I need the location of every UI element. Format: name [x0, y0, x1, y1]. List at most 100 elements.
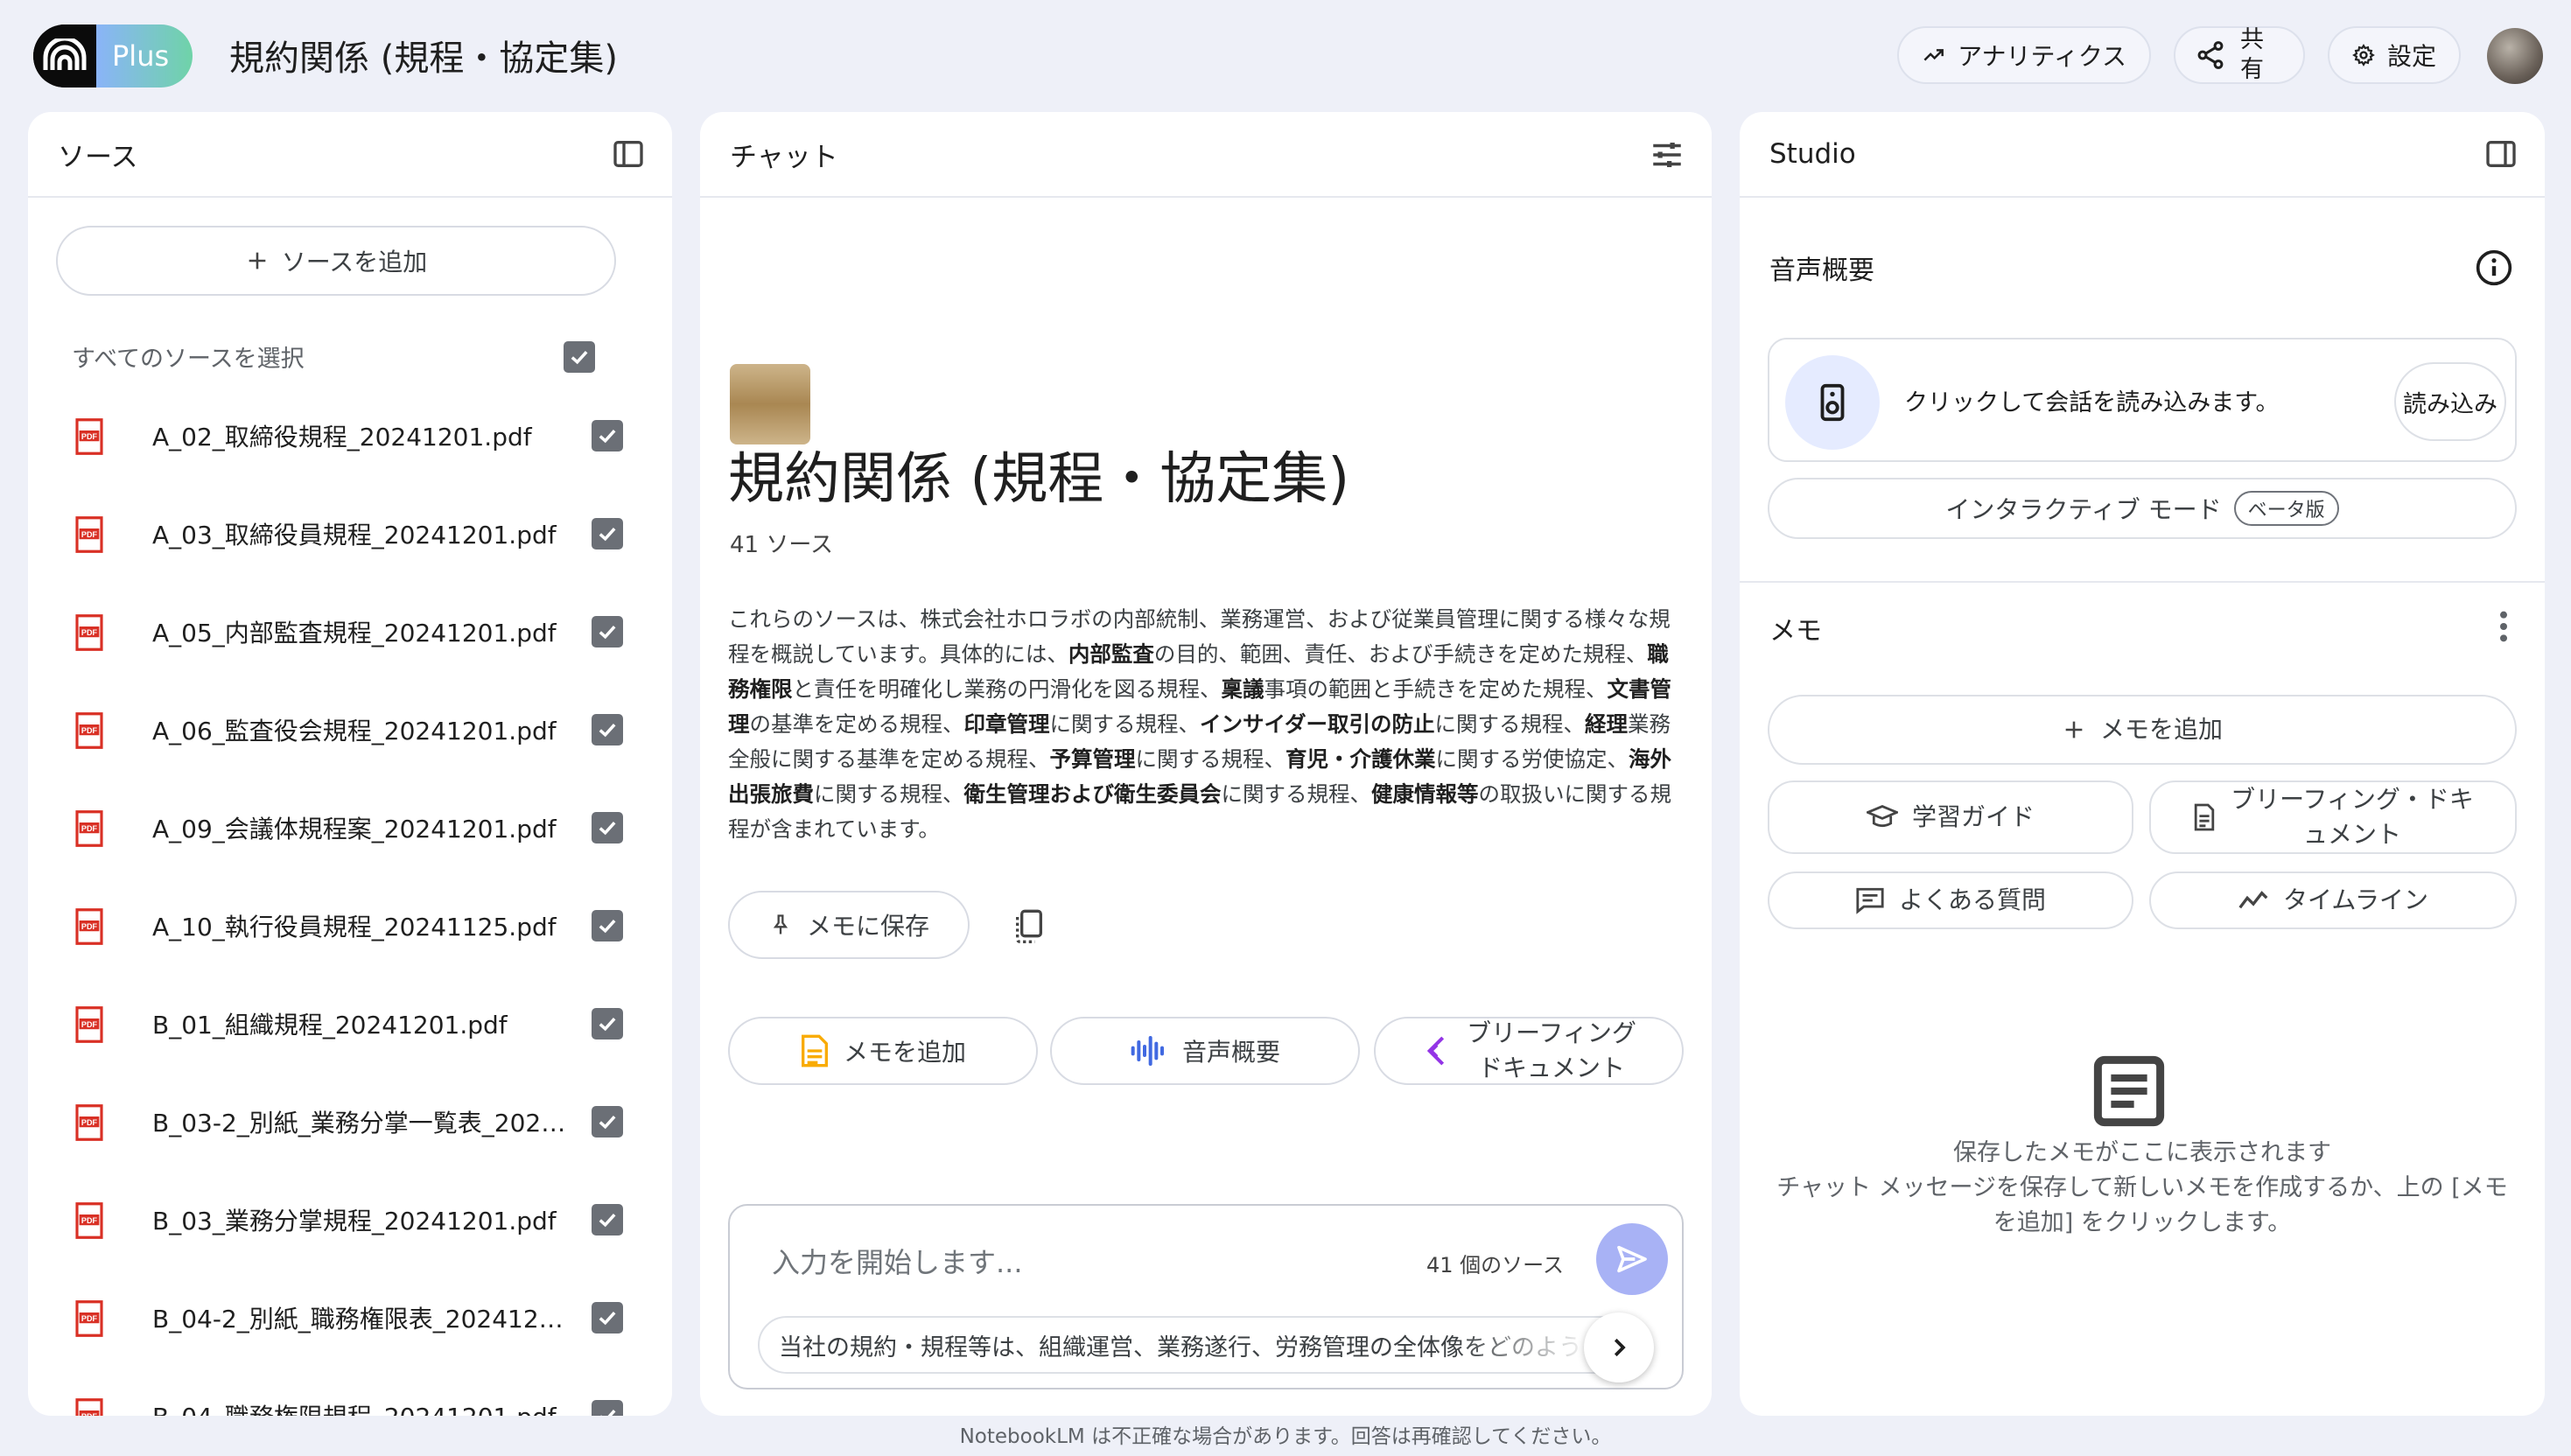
source-name: A_03_取締役員規程_20241201.pdf	[152, 521, 557, 550]
pdf-icon: PDF	[74, 712, 105, 749]
tune-icon[interactable]	[1649, 136, 1685, 173]
summary-keyword: 内部監査	[1068, 641, 1154, 667]
more-vert-icon[interactable]	[2497, 609, 2510, 644]
studio-panel: Studio 音声概要 クリックして会話を読み込みます。 読み込み インタラクテ…	[1740, 112, 2545, 1416]
share-icon	[2197, 41, 2224, 69]
summary-text: に関する労使協定、	[1435, 746, 1629, 772]
source-name: B_04-2_別紙_職務権限表_20241201....	[152, 1305, 572, 1334]
source-name: B_03_業務分掌規程_20241201.pdf	[152, 1207, 557, 1236]
source-checkbox[interactable]	[592, 420, 623, 452]
summary-keyword: 衛生管理および衛生委員会	[963, 781, 1222, 807]
interactive-mode-button[interactable]: インタラクティブ モード ベータ版	[1768, 478, 2517, 539]
info-icon[interactable]	[2475, 248, 2513, 287]
check-icon	[599, 1115, 616, 1130]
briefing-doc-action-label: ブリーフィング ドキュメント	[1467, 1018, 1636, 1082]
send-icon	[1617, 1245, 1647, 1273]
source-checkbox[interactable]	[592, 714, 623, 746]
share-button[interactable]: 共 有	[2174, 26, 2305, 84]
share-label: 共 有	[2240, 26, 2264, 83]
scroll-emoji-icon	[730, 364, 810, 444]
briefing-doc-action-button[interactable]: ブリーフィング ドキュメント	[1374, 1017, 1684, 1085]
source-item[interactable]: PDF B_03_業務分掌規程_20241201.pdf	[74, 1195, 634, 1248]
svg-text:PDF: PDF	[81, 1412, 98, 1416]
collapse-studio-icon[interactable]	[2483, 136, 2518, 172]
add-memo-button[interactable]: メモを追加	[1768, 695, 2517, 765]
copy-icon[interactable]	[1012, 906, 1047, 945]
source-item[interactable]: PDF A_02_取締役規程_20241201.pdf	[74, 411, 634, 464]
pdf-icon: PDF	[74, 516, 105, 553]
summary-text: と責任を明確化し業務の円滑化を図る規程、	[792, 676, 1222, 702]
source-checkbox[interactable]	[592, 1204, 623, 1236]
source-checkbox[interactable]	[592, 812, 623, 844]
svg-text:PDF: PDF	[81, 432, 98, 441]
study-guide-button[interactable]: 学習ガイド	[1768, 780, 2133, 854]
select-all-checkbox[interactable]	[564, 341, 595, 373]
pin-icon	[773, 914, 788, 934]
plus-icon	[2065, 721, 2083, 738]
speaker-icon	[1785, 355, 1880, 450]
svg-text:PDF: PDF	[81, 1314, 98, 1323]
source-checkbox[interactable]	[592, 616, 623, 648]
briefing-doc-button[interactable]: ブリーフィング・ドキ ュメント	[2149, 780, 2517, 854]
source-item[interactable]: PDF B_04_職務権限規程_20241201.pdf	[74, 1391, 634, 1416]
audio-overview-title: 音声概要	[1769, 256, 1874, 286]
interactive-mode-label: インタラクティブ モード	[1945, 495, 2222, 524]
check-icon	[599, 919, 616, 934]
source-item[interactable]: PDF B_03-2_別紙_業務分掌一覧表_2024...	[74, 1097, 634, 1150]
source-checkbox[interactable]	[592, 1106, 623, 1138]
source-name: A_05_内部監査規程_20241201.pdf	[152, 619, 557, 648]
summary-text: に関する規程、	[1434, 711, 1586, 737]
faq-button[interactable]: よくある質問	[1768, 872, 2133, 929]
source-name: B_01_組織規程_20241201.pdf	[152, 1011, 508, 1040]
source-item[interactable]: PDF A_09_会議体規程案_20241201.pdf	[74, 803, 634, 856]
trending-up-icon	[1923, 49, 1944, 61]
summary-text: に関する規程、	[814, 781, 964, 807]
load-button[interactable]: 読み込み	[2394, 362, 2506, 441]
source-item[interactable]: PDF A_05_内部監査規程_20241201.pdf	[74, 607, 634, 660]
svg-text:PDF: PDF	[81, 1020, 98, 1029]
source-name: A_09_会議体規程案_20241201.pdf	[152, 815, 557, 844]
analytics-button[interactable]: アナリティクス	[1897, 26, 2151, 84]
chat-summary: これらのソースは、株式会社ホロラボの内部統制、業務運営、および従業員管理に関する…	[728, 602, 1682, 847]
source-item[interactable]: PDF B_04-2_別紙_職務権限表_20241201....	[74, 1293, 634, 1346]
source-checkbox[interactable]	[592, 1008, 623, 1040]
add-memo-action-button[interactable]: メモを追加	[728, 1017, 1038, 1085]
add-source-button[interactable]: ソースを追加	[56, 226, 616, 296]
audio-overview-action-button[interactable]: 音声概要	[1050, 1017, 1360, 1085]
timeline-button[interactable]: タイムライン	[2149, 872, 2517, 929]
source-item[interactable]: PDF B_01_組織規程_20241201.pdf	[74, 999, 634, 1052]
svg-text:PDF: PDF	[81, 922, 98, 931]
notebook-title[interactable]: 規約関係 (規程・協定集)	[229, 30, 618, 80]
settings-button[interactable]: 設定	[2328, 26, 2461, 84]
studio-panel-header: Studio	[1740, 112, 2545, 198]
briefing-doc-label: ブリーフィング・ドキ ュメント	[2231, 785, 2474, 849]
chat-input[interactable]: 入力を開始します...	[772, 1241, 1023, 1281]
save-to-memo-button[interactable]: メモに保存	[728, 891, 970, 959]
notebooklm-logo[interactable]: Plus	[33, 24, 193, 88]
suggested-question-chip[interactable]: 当社の規約・規程等は、組織運営、業務遂行、労務管理の全体像をどのように	[758, 1316, 1652, 1374]
check-icon	[599, 723, 616, 738]
send-button[interactable]	[1596, 1223, 1668, 1295]
svg-text:PDF: PDF	[81, 1216, 98, 1225]
source-checkbox[interactable]	[592, 1302, 623, 1334]
svg-text:PDF: PDF	[81, 824, 98, 833]
pdf-icon: PDF	[74, 1104, 105, 1141]
source-item[interactable]: PDF A_10_執行役員規程_20241125.pdf	[74, 901, 634, 954]
source-item[interactable]: PDF A_06_監査役会規程_20241201.pdf	[74, 705, 634, 758]
svg-text:PDF: PDF	[81, 1118, 98, 1127]
source-name: A_02_取締役規程_20241201.pdf	[152, 423, 532, 452]
summary-text: 事項の範囲と手続きを定めた規程、	[1264, 676, 1608, 702]
collapse-panel-icon[interactable]	[611, 136, 646, 172]
source-checkbox[interactable]	[592, 1400, 623, 1416]
source-checkbox[interactable]	[592, 910, 623, 942]
source-item[interactable]: PDF A_03_取締役員規程_20241201.pdf	[74, 509, 634, 562]
graduation-cap-icon	[1866, 805, 1898, 828]
summary-text: に関する規程、	[1049, 711, 1201, 737]
next-suggestion-button[interactable]	[1584, 1312, 1654, 1382]
chat-notebook-title: 規約関係 (規程・協定集)	[728, 447, 1350, 512]
source-name: A_10_執行役員規程_20241125.pdf	[152, 913, 557, 942]
pdf-icon: PDF	[74, 614, 105, 651]
check-icon	[599, 1017, 616, 1032]
source-checkbox[interactable]	[592, 518, 623, 550]
avatar[interactable]	[2487, 28, 2543, 84]
